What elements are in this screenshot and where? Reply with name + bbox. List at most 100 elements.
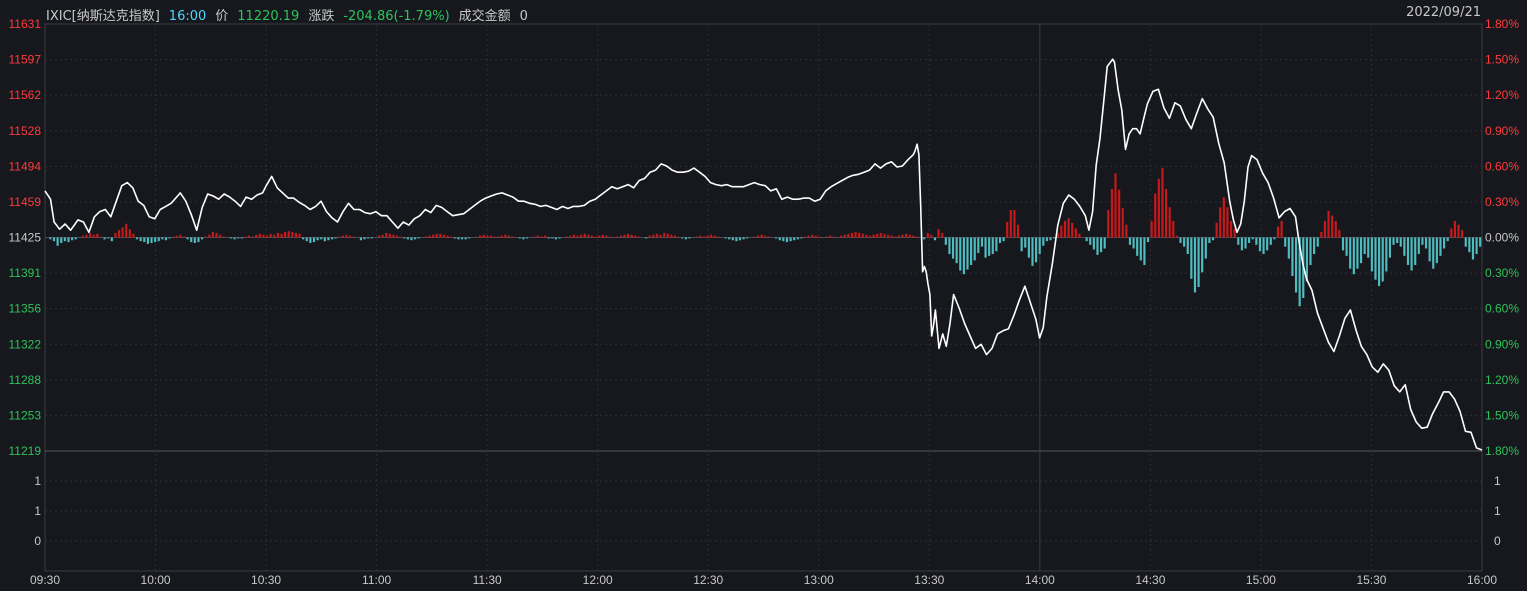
- volume-bar: [840, 235, 843, 238]
- volume-bar: [886, 234, 890, 238]
- volume-bar: [572, 234, 576, 238]
- y-axis-right: 1.80% 1.50% 1.20% 0.90% 0.60% 0.30% 0.00% 0.30%…: [1485, 17, 1519, 458]
- volume-bar: [377, 235, 381, 238]
- volume-bar: [175, 235, 178, 238]
- volume-bar: [724, 237, 727, 239]
- volume-bar: [872, 234, 875, 238]
- volume-bar: [948, 237, 951, 254]
- volume-bar: [713, 235, 716, 238]
- x-tick: 12:30: [693, 573, 723, 587]
- volume-bar: [883, 233, 886, 238]
- volume-bar: [338, 236, 341, 238]
- volume-bar: [865, 234, 868, 238]
- volume-bar: [363, 237, 366, 240]
- volume-bar: [197, 237, 200, 243]
- volume-bar: [746, 237, 749, 239]
- volume-bar: [1186, 237, 1189, 254]
- volume-bar: [879, 232, 882, 238]
- volume-bar: [634, 235, 637, 238]
- volume-bar: [980, 237, 984, 247]
- volume-bar: [1248, 237, 1251, 243]
- volume-bar: [1457, 224, 1460, 238]
- volume-bar: [1424, 237, 1428, 249]
- volume-bar: [702, 236, 706, 238]
- volume-bar: [569, 235, 572, 238]
- volume-bar: [298, 233, 301, 238]
- volume-bar: [1139, 237, 1142, 261]
- volume-bar: [417, 237, 420, 239]
- volume-bar: [1363, 237, 1366, 254]
- volume-bar: [525, 237, 529, 239]
- volume-bar: [1118, 189, 1121, 238]
- volume-bar: [576, 235, 579, 238]
- y-tick-left: 11425: [9, 231, 42, 245]
- volume-bar: [637, 236, 641, 238]
- volume-bar: [258, 233, 261, 238]
- volume-bar: [92, 234, 95, 238]
- volume-bar: [901, 234, 904, 238]
- volume-bar: [742, 237, 745, 240]
- y-tick-right: 1.50%: [1485, 53, 1519, 67]
- volume-bar: [984, 237, 987, 258]
- volume-bar: [1313, 237, 1316, 254]
- y-tick-left: 11322: [9, 337, 42, 351]
- volume-bar: [244, 236, 247, 238]
- volume-bar: [1190, 237, 1193, 279]
- volume-bar: [1403, 237, 1406, 256]
- volume-bar: [399, 236, 402, 238]
- y-tick-right: 1.80%: [1485, 17, 1519, 31]
- volume-bar: [630, 234, 633, 238]
- volume-bar: [60, 237, 63, 243]
- x-tick: 14:30: [1135, 573, 1165, 587]
- y-tick-right: 1.50%: [1485, 408, 1519, 422]
- volume-bar: [182, 236, 186, 238]
- volume-bar: [453, 237, 456, 239]
- y-tick-left: 11253: [9, 408, 42, 422]
- y-tick-left: 11356: [9, 302, 42, 316]
- volume-bar: [1078, 233, 1081, 238]
- lower-tick-right: 1: [1494, 474, 1501, 488]
- volume-bar: [1053, 237, 1056, 239]
- volume-bar: [229, 237, 233, 239]
- x-tick: 16:00: [1467, 573, 1497, 587]
- volume-bar: [1172, 221, 1175, 238]
- volume-bar: [605, 235, 608, 238]
- volume-bar: [96, 233, 99, 238]
- volume-bar: [1432, 237, 1435, 269]
- volume-bar: [403, 237, 406, 239]
- volume-bar: [1204, 237, 1207, 259]
- volume-bar: [334, 237, 337, 239]
- volume-bar: [370, 237, 373, 239]
- volume-bar: [500, 235, 503, 238]
- lower-tick-left: 1: [34, 504, 41, 518]
- volume-bar: [587, 234, 590, 238]
- volume-bar: [49, 237, 52, 240]
- volume-bar: [1143, 237, 1146, 265]
- volume-bar: [941, 232, 944, 238]
- volume-bar: [1013, 210, 1016, 238]
- volume-bar: [645, 237, 648, 239]
- volume-bar: [1103, 237, 1106, 249]
- volume-bar: [446, 235, 449, 238]
- volume-bar: [395, 235, 399, 238]
- volume-bar: [1006, 221, 1009, 238]
- volume-bar: [276, 232, 279, 238]
- volume-bar: [706, 235, 709, 238]
- volume-bar: [1244, 237, 1247, 249]
- volume-bar: [302, 237, 305, 240]
- volume-bar: [1345, 237, 1348, 256]
- volume-bar: [291, 232, 294, 238]
- x-tick: 13:00: [804, 573, 834, 587]
- volume-bar: [767, 236, 770, 238]
- volume-bar: [659, 234, 662, 238]
- volume-bar: [536, 235, 539, 238]
- volume-bar: [154, 237, 157, 243]
- volume-bar: [1453, 221, 1457, 238]
- volume-bar: [580, 234, 583, 238]
- volume-bar: [1287, 237, 1290, 259]
- volume-bar: [327, 237, 330, 241]
- volume-bar: [1392, 237, 1395, 245]
- volume-bar: [1201, 237, 1204, 273]
- volume-bar: [843, 234, 846, 238]
- volume-bar: [1089, 237, 1092, 245]
